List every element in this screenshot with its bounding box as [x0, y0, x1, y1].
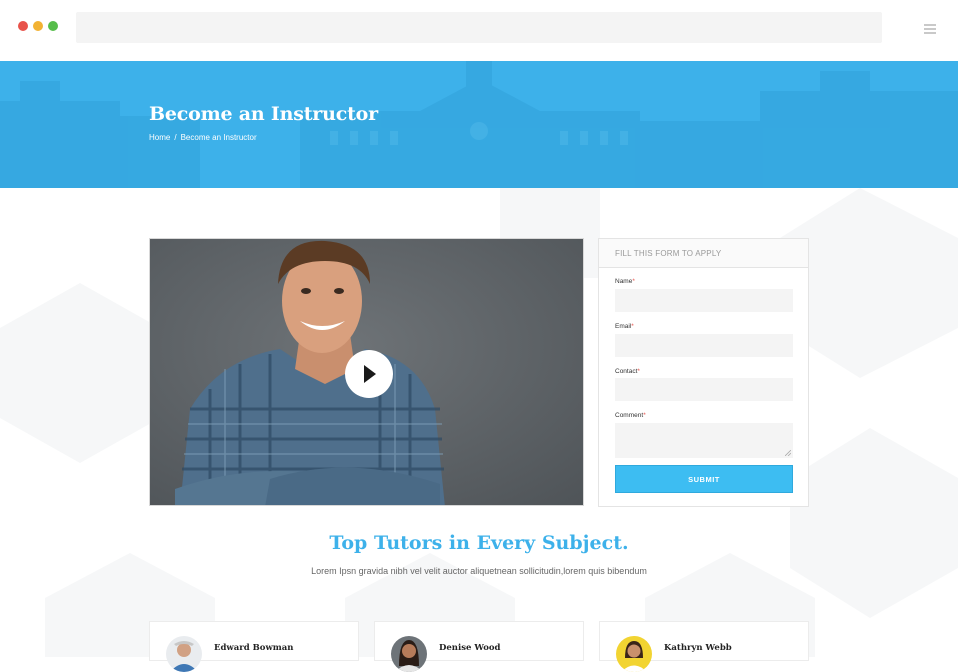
play-icon — [364, 365, 376, 383]
window-minimize-dot[interactable] — [33, 21, 43, 31]
apply-form: FILL THIS FORM TO APPLY Name* Email* Con… — [598, 238, 809, 507]
avatar — [616, 636, 652, 672]
tutor-card[interactable]: Edward Bowman — [149, 621, 359, 672]
hamburger-menu-icon[interactable] — [924, 24, 936, 34]
tutor-name: Edward Bowman — [214, 643, 294, 653]
name-label: Name* — [615, 278, 635, 285]
breadcrumb: Home / Become an Instructor — [149, 133, 257, 142]
tutor-card[interactable]: Kathryn Webb — [599, 621, 809, 672]
avatar — [166, 636, 202, 672]
section-title: Top Tutors in Every Subject. — [329, 532, 629, 554]
contact-label: Contact* — [615, 368, 640, 375]
name-input[interactable] — [615, 289, 793, 312]
email-input[interactable] — [615, 334, 793, 357]
play-button[interactable] — [345, 350, 393, 398]
instructor-video[interactable] — [149, 238, 584, 506]
breadcrumb-current: Become an Instructor — [180, 133, 257, 142]
avatar — [391, 636, 427, 672]
submit-button[interactable]: SUBMIT — [615, 465, 793, 493]
window-maximize-dot[interactable] — [48, 21, 58, 31]
campus-buildings-background — [0, 61, 958, 188]
email-label: Email* — [615, 323, 634, 330]
contact-input[interactable] — [615, 378, 793, 401]
page-hero-banner: Become an Instructor Home / Become an Inst… — [0, 61, 958, 188]
section-subtitle: Lorem Ipsn gravida nibh vel velit auctor… — [311, 566, 647, 576]
resize-grip-icon[interactable] — [785, 450, 791, 456]
address-bar[interactable] — [76, 12, 882, 43]
comment-textarea[interactable] — [615, 423, 793, 458]
page-title: Become an Instructor — [149, 103, 378, 125]
breadcrumb-separator: / — [174, 133, 177, 142]
browser-toolbar — [0, 0, 958, 61]
tutor-card[interactable]: Denise Wood — [374, 621, 584, 672]
tutor-name: Denise Wood — [439, 643, 501, 653]
comment-label: Comment* — [615, 412, 646, 419]
window-close-dot[interactable] — [18, 21, 28, 31]
form-header: FILL THIS FORM TO APPLY — [599, 239, 808, 268]
breadcrumb-home-link[interactable]: Home — [149, 133, 170, 142]
tutor-name: Kathryn Webb — [664, 643, 732, 653]
